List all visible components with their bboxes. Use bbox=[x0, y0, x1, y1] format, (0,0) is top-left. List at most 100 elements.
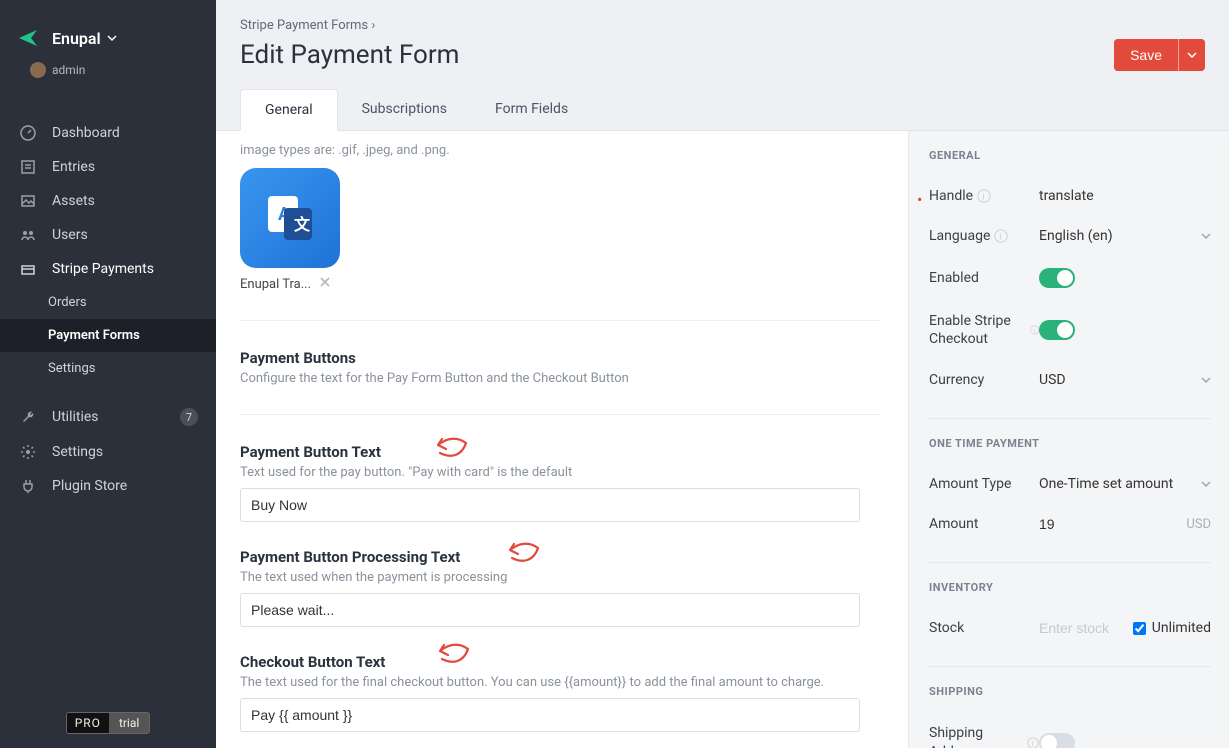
trial-right: trial bbox=[109, 713, 149, 733]
svg-text:i: i bbox=[1000, 233, 1002, 243]
save-button[interactable]: Save bbox=[1114, 39, 1178, 71]
payment-button-text-input[interactable] bbox=[240, 488, 860, 522]
row-amount: Amount USD bbox=[929, 504, 1211, 544]
arrow-annotation bbox=[418, 435, 468, 465]
nav-settings[interactable]: Settings bbox=[0, 435, 216, 469]
asset-item[interactable]: A 文 Enupal Tra... bbox=[240, 168, 340, 292]
brand-logo bbox=[14, 24, 42, 52]
subnav-orders[interactable]: Orders bbox=[0, 286, 216, 319]
tabs: General Subscriptions Form Fields bbox=[240, 89, 1205, 130]
row-shipping-address: Shipping Address i bbox=[929, 712, 1211, 748]
checkout-button-text-input[interactable] bbox=[240, 698, 860, 732]
info-icon: i bbox=[1030, 323, 1039, 337]
breadcrumb-link[interactable]: Stripe Payment Forms bbox=[240, 18, 368, 33]
stripe-checkout-toggle[interactable] bbox=[1039, 320, 1075, 340]
page-title: Edit Payment Form bbox=[240, 40, 1114, 70]
brand-block: Enupal bbox=[0, 0, 216, 58]
shipping-address-toggle[interactable] bbox=[1039, 733, 1075, 748]
nav-stripe-payments[interactable]: Stripe Payments bbox=[0, 252, 216, 286]
subnav-settings[interactable]: Settings bbox=[0, 352, 216, 385]
field-help: The text used for the final checkout but… bbox=[240, 675, 880, 690]
subnav-payment-forms[interactable]: Payment Forms bbox=[0, 319, 216, 352]
nav-label: Assets bbox=[52, 193, 95, 209]
amount-input[interactable] bbox=[1039, 516, 1129, 532]
nav-utilities[interactable]: Utilities 7 bbox=[0, 399, 216, 435]
field-payment-button-text: Payment Button Text Text used for the pa… bbox=[240, 443, 880, 522]
row-amount-type: Amount Type One-Time set amount bbox=[929, 464, 1211, 504]
tab-form-fields[interactable]: Form Fields bbox=[471, 89, 592, 130]
row-enabled: Enabled bbox=[929, 256, 1211, 300]
entries-icon bbox=[18, 159, 38, 175]
amount-type-select[interactable]: One-Time set amount bbox=[1039, 476, 1211, 492]
asset-thumbnail: A 文 bbox=[240, 168, 340, 268]
currency-select[interactable]: USD bbox=[1039, 372, 1211, 388]
field-label: Checkout Button Text bbox=[240, 653, 385, 671]
svg-text:i: i bbox=[1033, 329, 1035, 335]
tab-general[interactable]: General bbox=[240, 89, 338, 131]
amount-currency-suffix: USD bbox=[1186, 517, 1211, 532]
required-indicator: • bbox=[917, 190, 922, 209]
gear-icon bbox=[18, 444, 38, 460]
field-label: Payment Button Processing Text bbox=[240, 548, 460, 566]
processing-text-input[interactable] bbox=[240, 593, 860, 627]
user-name: admin bbox=[52, 63, 85, 77]
nav-assets[interactable]: Assets bbox=[0, 184, 216, 218]
save-dropdown[interactable] bbox=[1178, 39, 1205, 71]
handle-value[interactable]: translate bbox=[1039, 188, 1211, 204]
header: Stripe Payment Forms › Edit Payment Form… bbox=[216, 0, 1229, 131]
chevron-down-icon bbox=[1187, 50, 1197, 60]
nav-label: Settings bbox=[52, 444, 103, 460]
body: image types are: .gif, .jpeg, and .png. … bbox=[216, 131, 1229, 748]
main: Stripe Payment Forms › Edit Payment Form… bbox=[216, 0, 1229, 748]
utilities-badge: 7 bbox=[180, 408, 198, 426]
enabled-toggle[interactable] bbox=[1039, 268, 1075, 288]
language-select[interactable]: English (en) bbox=[1039, 228, 1211, 244]
nav-label: Entries bbox=[52, 159, 95, 175]
panel-heading-otp: ONE TIME PAYMENT bbox=[929, 437, 1211, 450]
site-name: Enupal bbox=[52, 29, 101, 48]
section-heading: Payment Buttons bbox=[240, 349, 880, 367]
nav-label: Users bbox=[52, 227, 88, 243]
asset-title: Enupal Tra... bbox=[240, 277, 311, 292]
save-button-group: Save bbox=[1114, 39, 1205, 71]
nav-label: Dashboard bbox=[52, 125, 120, 141]
asset-remove-button[interactable] bbox=[319, 276, 331, 292]
subnav: Orders Payment Forms Settings bbox=[0, 286, 216, 385]
nav-plugin-store[interactable]: Plugin Store bbox=[0, 469, 216, 503]
row-stock: Stock Unlimited bbox=[929, 608, 1211, 648]
nav-users[interactable]: Users bbox=[0, 218, 216, 252]
row-handle: •Handle i translate bbox=[929, 176, 1211, 216]
divider bbox=[240, 320, 880, 321]
field-processing-text: Payment Button Processing Text The text … bbox=[240, 548, 880, 627]
row-stripe-checkout: Enable Stripe Checkout i bbox=[929, 300, 1211, 360]
trial-left: PRO bbox=[67, 713, 109, 733]
nav-dashboard[interactable]: Dashboard bbox=[0, 116, 216, 150]
tab-subscriptions[interactable]: Subscriptions bbox=[338, 89, 471, 130]
trial-badge[interactable]: PRO trial bbox=[66, 712, 151, 734]
panel-heading-general: GENERAL bbox=[929, 149, 1211, 162]
sidebar: Enupal admin Dashboard Entries Assets Us… bbox=[0, 0, 216, 748]
divider bbox=[240, 414, 880, 415]
panel-heading-inventory: INVENTORY bbox=[929, 581, 1211, 594]
side-panel: GENERAL •Handle i translate Language i E… bbox=[909, 131, 1229, 748]
info-icon: i bbox=[977, 189, 991, 203]
stock-input[interactable] bbox=[1039, 620, 1129, 636]
current-user[interactable]: admin bbox=[0, 58, 216, 96]
arrow-annotation bbox=[490, 540, 540, 570]
field-help: Text used for the pay button. "Pay with … bbox=[240, 465, 880, 480]
plug-icon bbox=[18, 478, 38, 494]
breadcrumb: Stripe Payment Forms › bbox=[240, 18, 1205, 33]
nav-label: Utilities bbox=[52, 409, 99, 425]
row-currency: Currency USD bbox=[929, 360, 1211, 400]
field-help: The text used when the payment is proces… bbox=[240, 570, 880, 585]
svg-text:i: i bbox=[1031, 739, 1033, 748]
svg-text:文: 文 bbox=[294, 215, 311, 234]
unlimited-checkbox[interactable]: Unlimited bbox=[1133, 620, 1211, 636]
site-switcher[interactable]: Enupal bbox=[52, 29, 117, 48]
chevron-down-icon bbox=[1201, 479, 1211, 489]
assets-icon bbox=[18, 193, 38, 209]
chevron-down-icon bbox=[1201, 375, 1211, 385]
content-scroll[interactable]: image types are: .gif, .jpeg, and .png. … bbox=[216, 131, 909, 748]
nav-entries[interactable]: Entries bbox=[0, 150, 216, 184]
nav: Dashboard Entries Assets Users Stripe Pa… bbox=[0, 96, 216, 698]
